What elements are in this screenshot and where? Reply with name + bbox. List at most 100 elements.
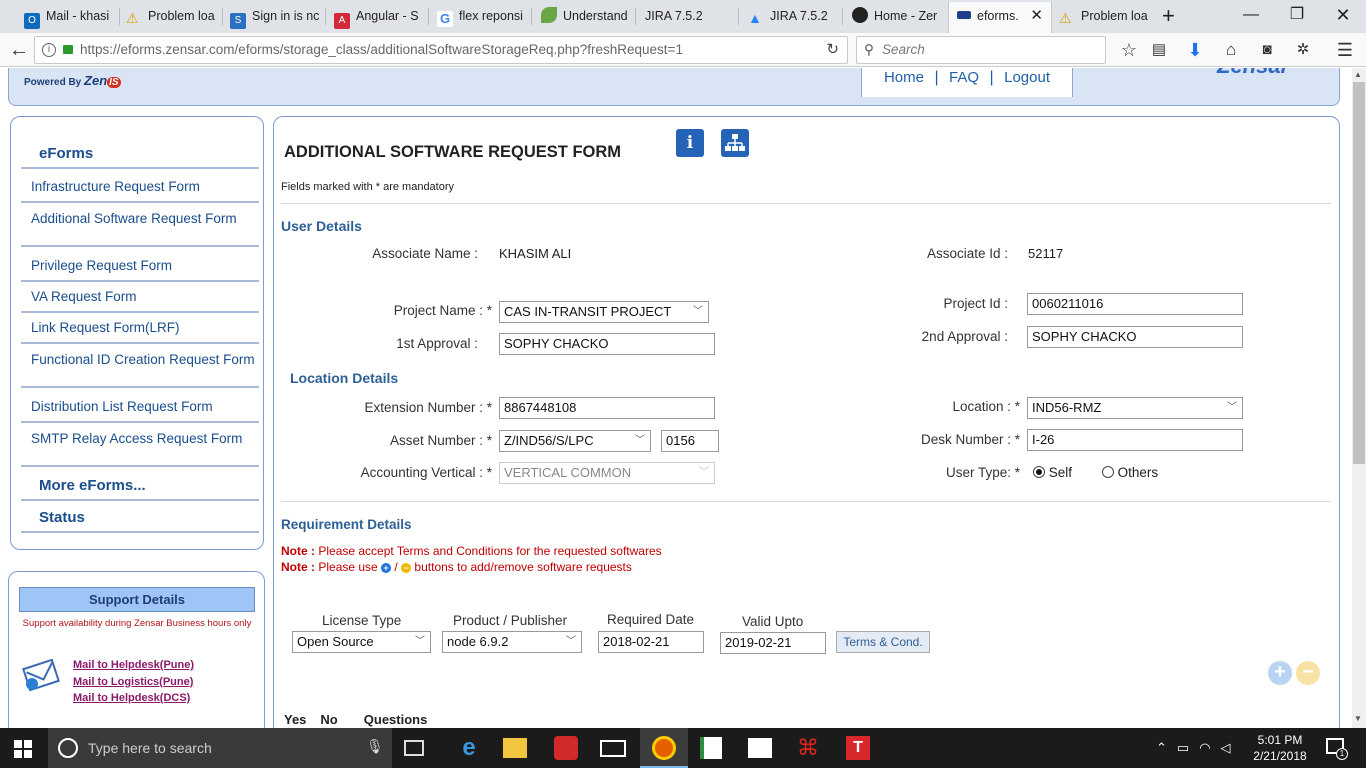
sidebar-item-distribution-list[interactable]: Distribution List Request Form [21,399,259,423]
app-t-icon[interactable]: T [846,736,870,760]
logout-link[interactable]: Logout [1004,69,1050,86]
approval2-field[interactable]: SOPHY CHACKO [1027,326,1243,348]
helpdesk-pune-link[interactable]: Mail to Helpdesk(Pune) [73,657,194,674]
tab-eforms[interactable]: eforms. ✕ [948,2,1052,33]
associate-name-label: Associate Name : [372,246,478,261]
required-date-field[interactable]: 2018-02-21 [598,631,704,653]
desk-field[interactable]: I-26 [1027,429,1243,451]
back-button[interactable]: ← [6,37,32,63]
battery-icon[interactable]: ▭ [1177,740,1199,755]
volume-icon[interactable]: ◁ [1221,740,1241,755]
angular-icon: A [334,13,350,29]
mail-envelope-icon [22,656,62,692]
menu-icon[interactable]: ☰ [1332,37,1358,63]
pocket-icon[interactable]: ◙ [1254,37,1280,63]
download-icon[interactable]: ⬇ [1182,37,1208,63]
license-type-select[interactable]: Open Source ﹀ [292,631,431,653]
app-red-icon[interactable] [554,736,578,760]
tab-mail[interactable]: O Mail - khasi [24,3,116,30]
project-id-label: Project Id : [943,296,1008,311]
file-explorer-icon[interactable] [503,738,527,758]
valid-upto-field[interactable]: 2019-02-21 [720,632,826,654]
taskbar-clock[interactable]: 5:01 PM 2/21/2018 [1250,732,1310,764]
close-window-button[interactable]: ✕ [1320,0,1366,30]
faq-link[interactable]: FAQ [949,69,979,86]
remove-request-button[interactable]: − [1296,661,1320,685]
restore-button[interactable]: ❐ [1274,0,1320,30]
asset-number-field[interactable]: 0156 [661,430,719,452]
sidebar-item-functional-id[interactable]: Functional ID Creation Request Form [21,351,259,388]
chevron-down-icon: ﹀ [415,636,425,647]
tab-jira-1[interactable]: JIRA 7.5.2 [645,3,735,30]
project-id-field[interactable]: 0060211016 [1027,293,1243,315]
project-name-label: Project Name : * [393,303,492,318]
helpdesk-dcs-link[interactable]: Mail to Helpdesk(DCS) [73,690,194,707]
logistics-pune-link[interactable]: Mail to Logistics(Pune) [73,674,194,691]
tab-problem-1[interactable]: ⚠ Problem loa [126,3,216,30]
url-bar[interactable]: i https://eforms.zensar.com/eforms/stora… [34,36,848,64]
chevron-down-icon: ﹀ [699,467,709,478]
sidebar-item-infrastructure[interactable]: Infrastructure Request Form [21,179,259,203]
tab-understand[interactable]: Understand [541,3,631,30]
sidebar-more-eforms[interactable]: More eForms... [21,477,259,501]
vertical-label: Accounting Vertical : * [360,465,492,480]
acrobat-icon[interactable]: ⌘ [797,737,819,759]
task-view-icon[interactable] [404,740,424,756]
usertype-self-radio[interactable] [1033,466,1045,478]
sidebar-item-va[interactable]: VA Request Form [21,289,259,313]
excel-chart-icon[interactable] [700,737,722,759]
vertical-select: VERTICAL COMMON ﹀ [499,462,715,484]
sidebar-item-smtp-relay[interactable]: SMTP Relay Access Request Form [21,430,259,467]
photos-icon[interactable] [748,738,772,758]
new-tab-button[interactable]: + [1162,3,1175,29]
close-tab-icon[interactable]: ✕ [1030,2,1043,30]
reload-icon[interactable]: ↻ [826,37,839,63]
approval1-field[interactable]: SOPHY CHACKO [499,333,715,355]
product-select[interactable]: node 6.9.2 ﹀ [442,631,582,653]
mail-icon[interactable] [600,740,626,757]
sidebar-status[interactable]: Status [21,509,259,533]
extension-icon[interactable]: ✲ [1290,37,1316,63]
search-bar[interactable]: ⚲ Search [856,36,1106,64]
bookmark-star-icon[interactable]: ☆ [1116,37,1142,63]
info-icon[interactable]: i [676,129,704,157]
add-request-button[interactable]: + [1268,661,1292,685]
taskbar-search-box[interactable]: Type here to search 🎙 [48,728,392,768]
form-panel: ADDITIONAL SOFTWARE REQUEST FORM i Field… [273,116,1340,728]
tab-flex[interactable]: Gflex reponsi [437,3,527,30]
firefox-taskbar-item[interactable] [640,728,688,768]
edge-icon[interactable]: e [455,734,483,762]
form-title: ADDITIONAL SOFTWARE REQUEST FORM [284,143,622,161]
sidebar-item-additional-software[interactable]: Additional Software Request Form [21,210,259,247]
note-buttons: Note : Please use + / − buttons to add/r… [281,560,632,574]
minimize-button[interactable]: — [1228,0,1274,30]
info-icon[interactable]: i [42,43,56,57]
project-name-select[interactable]: CAS IN-TRANSIT PROJECT ﹀ [499,301,709,323]
usertype-others-radio[interactable] [1101,466,1114,478]
tab-jira-2[interactable]: ▲ JIRA 7.5.2 [748,3,838,30]
hierarchy-icon[interactable] [721,129,749,157]
tab-home-zensar[interactable]: Home - Zer [852,3,944,30]
approval1-label: 1st Approval : [396,336,478,351]
reading-list-icon[interactable]: ▤ [1146,37,1172,63]
terms-button[interactable]: Terms & Cond. [836,631,930,653]
location-select[interactable]: IND56-RMZ ﹀ [1027,397,1243,419]
asset-label: Asset Number : * [389,433,492,448]
windows-start-icon[interactable] [14,740,32,758]
extension-field[interactable]: 8867448108 [499,397,715,419]
chevron-down-icon: ﹀ [566,636,576,647]
page-scrollbar[interactable]: ▲ ▼ [1352,68,1366,728]
zensar-logo: Zensar [1217,68,1289,79]
sidebar-item-link[interactable]: Link Request Form(LRF) [21,320,259,344]
asset-prefix-select[interactable]: Z/IND56/S/LPC ﹀ [499,430,651,452]
home-icon[interactable]: ⌂ [1218,37,1244,63]
sidebar-item-privilege[interactable]: Privilege Request Form [21,258,259,282]
tab-problem-2[interactable]: ⚠ Problem loa [1059,3,1151,30]
tab-angular[interactable]: A Angular - S [334,3,424,30]
chevron-up-icon[interactable]: ⌃ [1156,740,1177,755]
microphone-icon[interactable]: 🎙 [366,738,384,755]
tab-signin[interactable]: S Sign in is nc [230,3,320,30]
wifi-icon[interactable]: ◠ [1199,740,1220,755]
sharepoint-icon: S [230,13,246,29]
home-link[interactable]: Home [884,69,924,86]
